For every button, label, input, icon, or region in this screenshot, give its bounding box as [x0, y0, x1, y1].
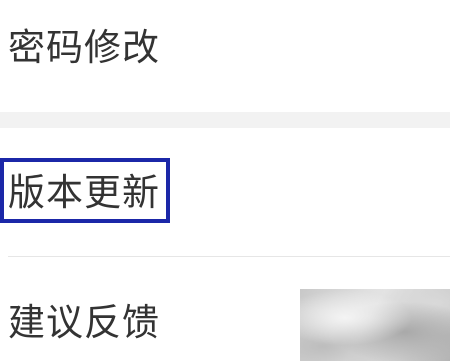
settings-item-feedback[interactable]: 建议反馈	[0, 257, 450, 361]
settings-item-version-update[interactable]: 版本更新	[0, 128, 450, 256]
settings-item-label: 建议反馈	[8, 301, 160, 344]
settings-item-password-change[interactable]: 密码修改	[0, 0, 450, 112]
settings-item-label: 版本更新	[8, 171, 160, 214]
blurred-image	[300, 289, 450, 361]
section-separator	[0, 112, 450, 128]
settings-item-label: 密码修改	[8, 26, 160, 69]
